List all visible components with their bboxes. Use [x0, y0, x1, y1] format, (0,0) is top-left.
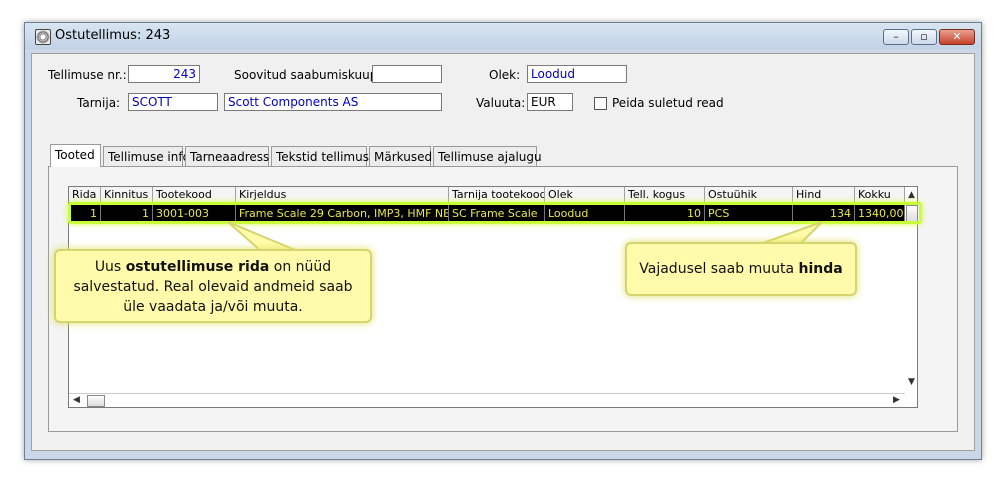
left-callout-pre: Uus: [94, 259, 126, 275]
right-callout: Vajadusel saab muuta hinda: [625, 242, 857, 296]
right-callout-tail: [759, 221, 823, 245]
callout-tails: [227, 221, 823, 253]
left-callout: Uus ostutellimuse rida on nüüd salvestat…: [54, 249, 372, 323]
left-callout-bold: ostutellimuse rida: [125, 259, 270, 275]
right-callout-bold: hinda: [798, 261, 843, 277]
right-callout-pre: Vajadusel saab muuta: [639, 261, 799, 277]
left-callout-tail: [227, 221, 301, 253]
